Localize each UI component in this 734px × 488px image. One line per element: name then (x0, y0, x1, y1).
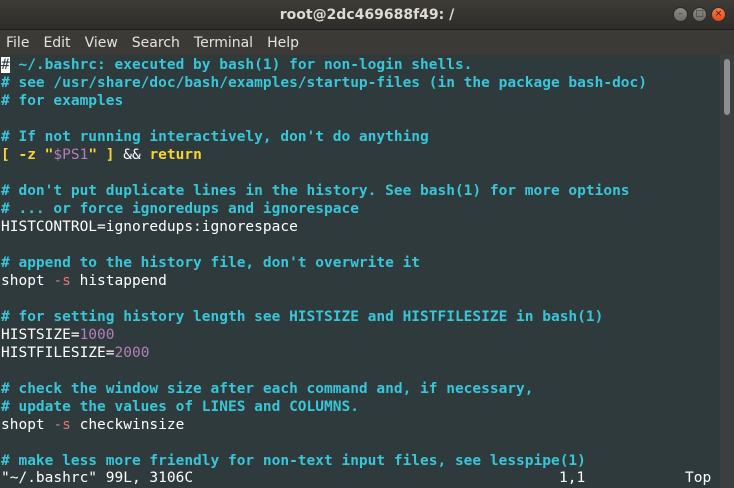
code-token: HISTCONTROL=ignoredups:ignorespace (1, 219, 298, 235)
editor-line: # for setting history length see HISTSIZ… (1, 308, 603, 326)
editor-line: HISTCONTROL=ignoredups:ignorespace (1, 218, 298, 236)
code-token: -s (53, 273, 71, 289)
code-token: histappend (70, 273, 167, 289)
status-cursor-position: 1,1 (559, 470, 586, 486)
status-file-info: "~/.bashrc" 99L, 3106C (1, 470, 194, 486)
window-titlebar[interactable]: root@2dc469688f49: / – □ × (0, 0, 734, 30)
text-cursor: # (1, 57, 10, 73)
code-token: ~/.bashrc: executed by bash(1) for non-l… (9, 57, 473, 73)
scrollbar[interactable] (720, 55, 734, 488)
window-controls: – □ × (673, 7, 726, 22)
code-token: HISTFILESIZE= (1, 345, 115, 361)
menu-view[interactable]: View (85, 35, 118, 51)
code-token: # see /usr/share/doc/bash/examples/start… (1, 75, 648, 91)
menu-edit[interactable]: Edit (43, 35, 70, 51)
code-token: return (149, 147, 202, 163)
window-title: root@2dc469688f49: / (279, 6, 455, 23)
menu-help[interactable]: Help (267, 35, 299, 51)
code-token: 2000 (114, 345, 150, 361)
editor-line: # If not running interactively, don't do… (1, 128, 429, 146)
code-token: checkwinsize (70, 417, 185, 433)
editor-line: # append to the history file, don't over… (1, 254, 420, 272)
code-token: # check the window size after each comma… (1, 381, 534, 397)
editor-line: # ~/.bashrc: executed by bash(1) for non… (1, 56, 472, 74)
editor-line: HISTFILESIZE=2000 (1, 344, 149, 362)
code-token: shopt (1, 417, 54, 433)
code-token: # for setting history length see HISTSIZ… (1, 309, 604, 325)
editor-line: shopt -s checkwinsize (1, 416, 184, 434)
editor-line: # make less more friendly for non-text i… (1, 452, 586, 470)
code-token: # for examples (1, 93, 124, 109)
maximize-icon[interactable]: □ (692, 7, 707, 22)
editor-line: # don't put duplicate lines in the histo… (1, 182, 630, 200)
code-token: 1000 (79, 327, 115, 343)
editor-line: HISTSIZE=1000 (1, 326, 115, 344)
code-token: # If not running interactively, don't do… (1, 129, 429, 145)
terminal-editor-area[interactable]: # ~/.bashrc: executed by bash(1) for non… (0, 55, 720, 488)
code-token: " (88, 147, 98, 163)
menu-file[interactable]: File (6, 35, 29, 51)
code-token: -s (53, 417, 71, 433)
code-token: # ... or force ignoredups and ignorespac… (1, 201, 359, 217)
code-token: # append to the history file, don't over… (1, 255, 421, 271)
code-token: [ -z (1, 147, 45, 163)
minimize-icon[interactable]: – (673, 7, 688, 22)
close-icon[interactable]: × (711, 7, 726, 22)
code-token: && (123, 147, 150, 163)
code-token: $PS1 (53, 147, 89, 163)
editor-line: shopt -s histappend (1, 272, 167, 290)
code-token: ] (97, 147, 124, 163)
editor-line: # ... or force ignoredups and ignorespac… (1, 200, 359, 218)
menu-search[interactable]: Search (132, 35, 180, 51)
code-token: HISTSIZE= (1, 327, 80, 343)
code-token: # don't put duplicate lines in the histo… (1, 183, 630, 199)
editor-line: # check the window size after each comma… (1, 380, 534, 398)
editor-line: # for examples (1, 92, 123, 110)
menu-terminal[interactable]: Terminal (194, 35, 253, 51)
editor-line: # update the values of LINES and COLUMNS… (1, 398, 359, 416)
menubar: File Edit View Search Terminal Help (0, 30, 734, 55)
code-token: # make less more friendly for non-text i… (1, 453, 586, 469)
status-scroll-position: Top (685, 470, 712, 486)
scrollbar-thumb[interactable] (724, 59, 730, 115)
editor-line: # see /usr/share/doc/bash/examples/start… (1, 74, 647, 92)
editor-line: [ -z "$PS1" ] && return (1, 146, 202, 164)
code-token: # update the values of LINES and COLUMNS… (1, 399, 359, 415)
code-token: shopt (1, 273, 54, 289)
